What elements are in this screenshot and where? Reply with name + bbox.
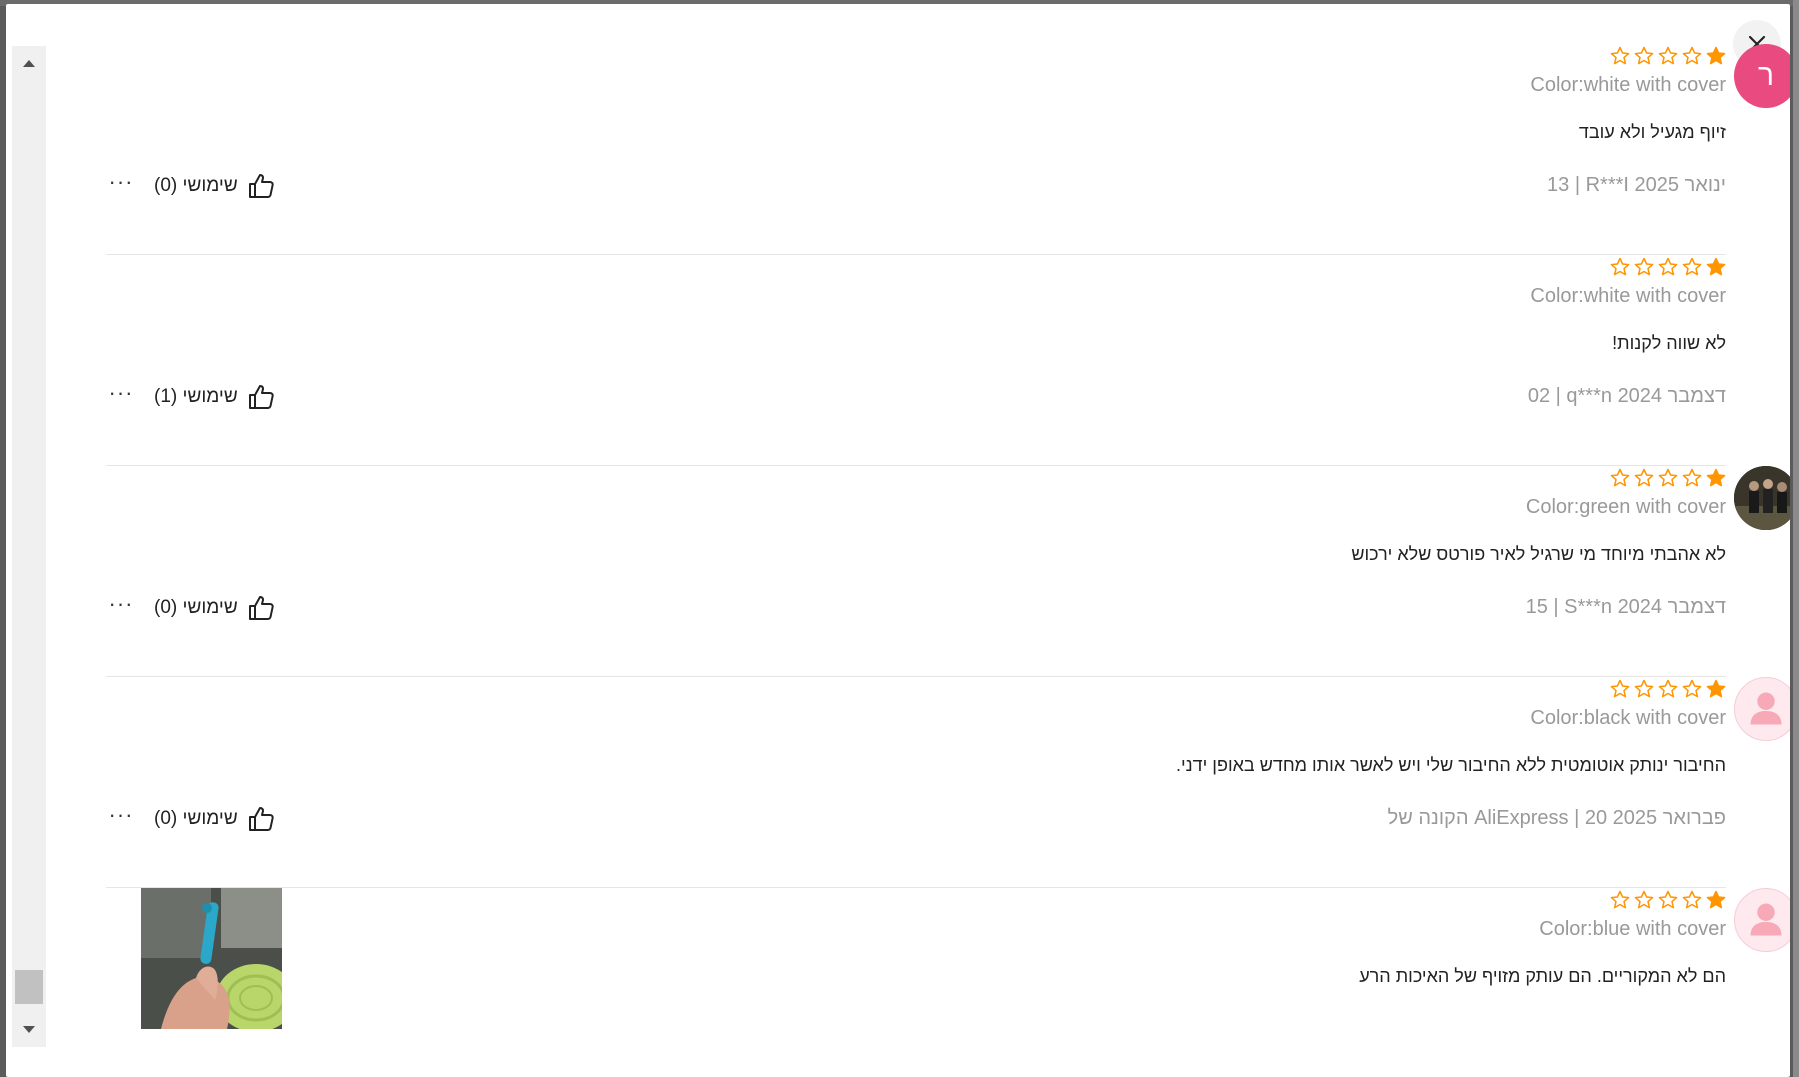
helpful-button[interactable]: שימושי (1) <box>154 382 276 412</box>
helpful-button[interactable]: שימושי (0) <box>154 171 276 201</box>
star-rating <box>1610 46 1726 66</box>
star-empty-icon <box>1658 46 1678 66</box>
star-empty-icon <box>1682 679 1702 699</box>
helpful-button[interactable]: שימושי (0) <box>154 804 276 834</box>
review-actions: ··· שימושי (1) <box>106 382 276 412</box>
avatar <box>1734 888 1790 952</box>
star-empty-icon <box>1682 46 1702 66</box>
review-actions: ··· שימושי (0) <box>106 804 276 834</box>
star-empty-icon <box>1610 890 1630 910</box>
review-item: Color:blue with cover הם לא המקוריים. הם… <box>106 888 1790 1077</box>
star-rating <box>1610 679 1726 699</box>
star-empty-icon <box>1610 468 1630 488</box>
scroll-thumb[interactable] <box>15 970 43 1004</box>
review-list: ר Color:white with cover זיוף מגעיל ולא … <box>106 44 1790 1077</box>
star-empty-icon <box>1610 679 1630 699</box>
star-filled-icon <box>1706 257 1726 277</box>
review-text: זיוף מגעיל ולא עובד <box>1578 122 1726 142</box>
star-rating <box>1610 890 1726 910</box>
star-empty-icon <box>1682 468 1702 488</box>
star-empty-icon <box>1634 890 1654 910</box>
avatar: ר <box>1734 44 1790 108</box>
more-options-button[interactable]: ··· <box>106 382 136 411</box>
star-rating <box>1610 468 1726 488</box>
thumbs-up-icon <box>246 804 276 834</box>
review-text: הם לא המקוריים. הם עותק מזויף של האיכות … <box>1359 966 1726 986</box>
variant-color: Color:green with cover <box>1525 496 1726 518</box>
scrollbar[interactable] <box>12 46 46 1047</box>
star-empty-icon <box>1658 890 1678 910</box>
star-empty-icon <box>1610 257 1630 277</box>
star-empty-icon <box>1658 679 1678 699</box>
star-empty-icon <box>1682 890 1702 910</box>
more-options-button[interactable]: ··· <box>106 804 136 833</box>
avatar <box>1734 466 1790 530</box>
thumbs-up-icon <box>246 382 276 412</box>
avatar <box>1734 677 1790 741</box>
review-photo[interactable] <box>141 888 282 1029</box>
star-filled-icon <box>1706 890 1726 910</box>
review-actions: ··· שימושי (0) <box>106 171 276 201</box>
review-meta: הקונה של AliExpress | 20 פברואר 2025 <box>1387 807 1726 829</box>
review-text: לא שווה לקנות! <box>1612 333 1726 353</box>
review-item: Color:black with cover החיבור ינותק אוטו… <box>106 677 1790 888</box>
review-text: לא אהבתי מיוחד מי שרגיל לאיר פורטס שלא י… <box>1351 544 1726 564</box>
star-empty-icon <box>1634 679 1654 699</box>
reviews-modal: ר Color:white with cover זיוף מגעיל ולא … <box>6 4 1790 1077</box>
avatar <box>1734 255 1790 319</box>
thumbs-up-icon <box>246 593 276 623</box>
variant-color: Color:blue with cover <box>1539 918 1726 940</box>
review-meta: 02 | q***n דצמבר 2024 <box>1527 385 1726 407</box>
review-text: החיבור ינותק אוטומטית ללא החיבור שלי ויש… <box>1175 755 1726 775</box>
star-filled-icon <box>1706 468 1726 488</box>
helpful-label: שימושי (1) <box>154 386 238 407</box>
user-icon <box>1750 903 1782 936</box>
scroll-up-arrow-icon[interactable] <box>12 46 46 80</box>
page-backdrop-edge <box>1793 0 1799 1077</box>
thumbs-up-icon <box>246 171 276 201</box>
review-meta: 15 | S***n דצמבר 2024 <box>1525 596 1726 618</box>
helpful-button[interactable]: שימושי (0) <box>154 593 276 623</box>
more-options-button[interactable]: ··· <box>106 593 136 622</box>
star-empty-icon <box>1634 257 1654 277</box>
star-filled-icon <box>1706 46 1726 66</box>
helpful-label: שימושי (0) <box>154 175 238 196</box>
scroll-down-arrow-icon[interactable] <box>12 1013 46 1047</box>
review-item: Color:green with cover לא אהבתי מיוחד מי… <box>106 466 1790 677</box>
star-empty-icon <box>1682 257 1702 277</box>
helpful-label: שימושי (0) <box>154 597 238 618</box>
star-empty-icon <box>1634 468 1654 488</box>
helpful-label: שימושי (0) <box>154 808 238 829</box>
review-item: Color:white with cover לא שווה לקנות! 02… <box>106 255 1726 466</box>
star-rating <box>1610 257 1726 277</box>
star-empty-icon <box>1658 257 1678 277</box>
user-icon <box>1750 692 1782 725</box>
review-actions: ··· שימושי (0) <box>106 593 276 623</box>
review-meta: 13 | R***I ינואר 2025 <box>1547 174 1726 196</box>
star-empty-icon <box>1634 46 1654 66</box>
variant-color: Color:white with cover <box>1530 74 1726 96</box>
star-filled-icon <box>1706 679 1726 699</box>
more-options-button[interactable]: ··· <box>106 171 136 200</box>
star-empty-icon <box>1658 468 1678 488</box>
variant-color: Color:black with cover <box>1530 707 1726 729</box>
review-item: ר Color:white with cover זיוף מגעיל ולא … <box>106 44 1790 255</box>
avatar-letter: ר <box>1757 59 1775 92</box>
variant-color: Color:white with cover <box>1530 285 1726 307</box>
star-empty-icon <box>1610 46 1630 66</box>
